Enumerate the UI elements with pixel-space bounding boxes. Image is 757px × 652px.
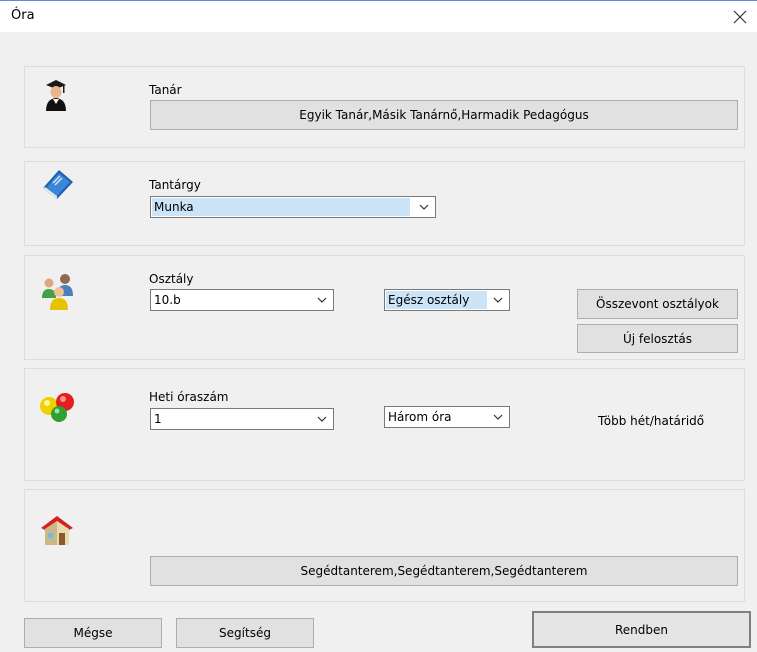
teacher-select-button[interactable]: Egyik Tanár,Másik Tanárnő,Harmadik Pedag… <box>150 100 738 130</box>
subject-combo[interactable]: Munka <box>150 196 436 218</box>
title-bar: Óra <box>0 0 757 32</box>
book-icon <box>43 170 73 199</box>
class-panel: Osztály 10.b Egész osztály Összevont osz… <box>24 255 745 360</box>
chevron-down-icon <box>419 204 429 210</box>
subject-panel: Tantárgy Munka <box>24 161 745 246</box>
hours-type-combo[interactable]: Három óra <box>384 406 510 428</box>
close-button[interactable] <box>723 1 757 32</box>
help-button[interactable]: Segítség <box>176 618 314 648</box>
group-combo[interactable]: Egész osztály <box>384 289 510 311</box>
close-icon <box>733 10 747 23</box>
graduate-icon <box>46 80 66 111</box>
chevron-down-icon <box>317 416 327 422</box>
balls-icon <box>40 393 74 422</box>
class-label: Osztály <box>149 272 194 286</box>
class-combo[interactable]: 10.b <box>150 289 334 311</box>
class-value: 10.b <box>154 293 181 307</box>
hours-type-value: Három óra <box>388 410 452 424</box>
teacher-label: Tanár <box>149 83 182 97</box>
merged-classes-button[interactable]: Összevont osztályok <box>577 289 738 319</box>
teacher-panel: Tanár Egyik Tanár,Másik Tanárnő,Harmadik… <box>24 66 745 148</box>
window-title: Óra <box>11 8 35 23</box>
new-split-button[interactable]: Új felosztás <box>577 324 738 353</box>
group-value: Egész osztály <box>388 293 470 307</box>
hours-value: 1 <box>154 412 162 426</box>
house-icon <box>41 516 73 545</box>
chevron-down-icon <box>493 297 503 303</box>
chevron-down-icon <box>493 414 503 420</box>
hours-combo[interactable]: 1 <box>150 408 334 430</box>
hours-panel: Heti óraszám 1 Három óra Több hét/határi… <box>24 368 745 481</box>
chevron-down-icon <box>317 297 327 303</box>
group-icon <box>42 274 73 310</box>
multi-week-link[interactable]: Több hét/határidő <box>598 414 704 428</box>
room-panel: Segédtanterem,Segédtanterem,Segédtantere… <box>24 489 745 602</box>
subject-label: Tantárgy <box>149 178 201 192</box>
ok-button[interactable]: Rendben <box>532 611 751 648</box>
subject-value: Munka <box>154 200 194 214</box>
hours-label: Heti óraszám <box>149 390 229 404</box>
cancel-button[interactable]: Mégse <box>24 618 162 648</box>
room-select-button[interactable]: Segédtanterem,Segédtanterem,Segédtantere… <box>150 556 738 586</box>
